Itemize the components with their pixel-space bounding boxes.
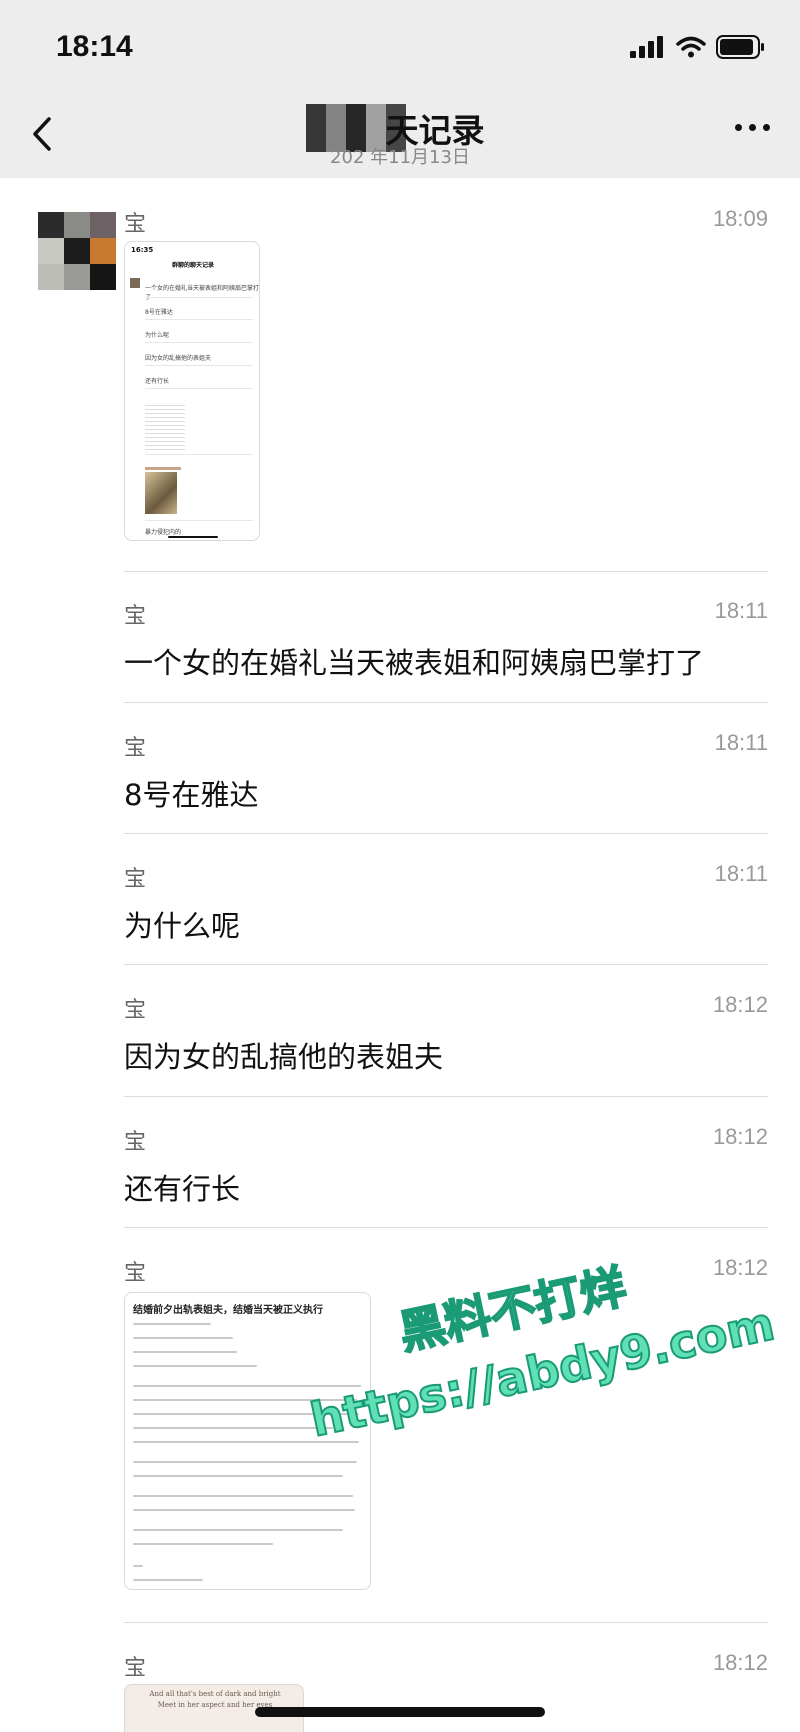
avatar[interactable] — [38, 212, 116, 290]
mini-title: 群聊的聊天记录 — [171, 262, 214, 269]
message-item[interactable]: 宝 18:12 因为女的乱搞他的表姐夫 — [124, 992, 768, 1082]
document-line — [133, 1495, 353, 1497]
status-time: 18:14 — [56, 30, 133, 63]
mini-image-header — [145, 467, 181, 470]
mini-divider — [145, 454, 253, 455]
image-message-screenshot[interactable]: 16:35 群聊的聊天记录 一个女的在婚礼当天被表姐和阿姨扇巴掌打了 8号在雅达… — [124, 241, 260, 541]
message-sender: 宝 — [124, 212, 147, 237]
signal-icon — [630, 36, 663, 58]
message-text: 因为女的乱搞他的表姐夫 — [124, 1040, 444, 1074]
document-line — [133, 1337, 233, 1339]
document-title: 结婚前夕出轨表姐夫，结婚当天被正义执行 — [133, 1305, 323, 1316]
message-text: 8号在雅达 — [124, 778, 259, 812]
message-time: 18:11 — [714, 730, 768, 755]
document-line — [133, 1529, 343, 1531]
more-dot — [763, 124, 770, 131]
mini-message: 暴力侵犯内的 — [145, 529, 182, 536]
message-sender: 宝 — [124, 1656, 147, 1681]
poem-line: And all that's best of dark and bright — [149, 1690, 281, 1698]
message-item[interactable]: 宝 18:11 8号在雅达 — [124, 730, 768, 820]
mini-home-indicator — [168, 536, 218, 538]
document-line — [133, 1509, 355, 1511]
mini-avatar — [130, 278, 140, 288]
status-icons — [630, 34, 766, 60]
message-divider — [124, 964, 768, 965]
message-time: 18:12 — [712, 1650, 768, 1675]
message-item[interactable]: 宝 18:12 还有行长 — [124, 1124, 768, 1214]
document-line — [133, 1427, 333, 1429]
mini-divider — [145, 319, 253, 320]
top-bar: 18:14 天记录 202 年11月13日 — [0, 0, 800, 178]
mini-message: 一个女的在婚礼当天被表姐和阿姨扇巴掌打了 — [145, 285, 260, 301]
document-line — [133, 1461, 357, 1463]
message-sender: 宝 — [124, 998, 147, 1023]
message-text: 一个女的在婚礼当天被表姐和阿姨扇巴掌打了 — [124, 646, 705, 680]
message-text: 还有行长 — [124, 1172, 241, 1206]
mini-message: 为什么呢 — [145, 332, 170, 339]
mini-message: 还有行长 — [145, 378, 170, 385]
mini-divider — [145, 297, 253, 298]
message-sender: 宝 — [124, 1261, 147, 1286]
more-dot — [735, 124, 742, 131]
message-time: 18:09 — [712, 206, 768, 231]
message-divider — [124, 833, 768, 834]
message-item[interactable]: 宝 18:11 一个女的在婚礼当天被表姐和阿姨扇巴掌打了 — [124, 598, 768, 688]
mini-divider — [145, 388, 253, 389]
message-item: 宝 18:09 — [124, 206, 768, 246]
battery-icon — [716, 35, 764, 59]
mini-photo — [145, 472, 177, 514]
message-time: 18:12 — [712, 992, 768, 1017]
mini-document-preview — [145, 402, 185, 452]
message-time: 18:11 — [714, 598, 768, 623]
message-time: 18:12 — [712, 1124, 768, 1149]
document-line — [133, 1351, 237, 1353]
message-divider — [124, 571, 768, 572]
home-indicator[interactable] — [255, 1707, 545, 1717]
mini-status-time: 16:35 — [131, 246, 154, 254]
document-line — [133, 1475, 343, 1477]
page-subtitle: 202 年11月13日 — [330, 147, 470, 168]
message-time: 18:11 — [714, 861, 768, 886]
message-sender: 宝 — [124, 1130, 147, 1155]
document-line — [133, 1565, 143, 1567]
document-line — [133, 1543, 273, 1545]
message-divider — [124, 1227, 768, 1228]
more-dot — [749, 124, 756, 131]
message-divider — [124, 1622, 768, 1623]
mini-message: 8号在雅达 — [145, 309, 173, 316]
mini-divider — [145, 365, 253, 366]
document-line — [133, 1323, 211, 1325]
message-text: 为什么呢 — [124, 909, 241, 943]
mini-divider — [145, 520, 253, 521]
mini-message: 因为女的乱搞他的表姐夫 — [145, 355, 212, 362]
message-divider — [124, 1096, 768, 1097]
message-divider — [124, 702, 768, 703]
more-button[interactable] — [735, 124, 770, 131]
document-line — [133, 1579, 203, 1581]
wifi-icon — [676, 36, 706, 58]
message-sender: 宝 — [124, 604, 147, 629]
message-sender: 宝 — [124, 736, 147, 761]
mini-divider — [145, 342, 253, 343]
document-line — [133, 1365, 257, 1367]
message-item[interactable]: 宝 18:11 为什么呢 — [124, 861, 768, 951]
message-sender: 宝 — [124, 867, 147, 892]
